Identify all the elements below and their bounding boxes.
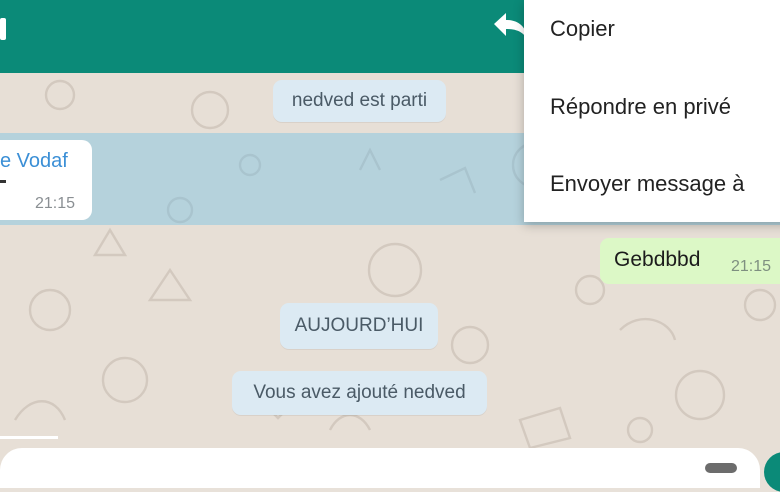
back-arrow-icon[interactable] <box>0 18 6 40</box>
system-message: nedved est parti <box>273 80 446 122</box>
menu-item-send-message[interactable]: Envoyer message à <box>550 171 744 197</box>
incoming-message-time: 21:15 <box>35 195 76 212</box>
outgoing-message-text: Gebdbbd <box>614 248 701 271</box>
incoming-sender-name: e Vodaf <box>0 150 68 172</box>
outgoing-message-time: 21:15 <box>731 258 772 275</box>
context-menu: Copier Répondre en privé Envoyer message… <box>524 0 780 222</box>
attachment-icon[interactable] <box>705 463 737 473</box>
divider <box>0 436 58 439</box>
system-message-added: Vous avez ajouté nedved <box>232 371 487 415</box>
menu-item-copy[interactable]: Copier <box>550 16 615 42</box>
incoming-message-text <box>0 180 6 183</box>
message-input-bar[interactable] <box>0 448 760 488</box>
menu-item-reply-private[interactable]: Répondre en privé <box>550 94 731 120</box>
date-divider: AUJOURD’HUI <box>280 303 438 349</box>
